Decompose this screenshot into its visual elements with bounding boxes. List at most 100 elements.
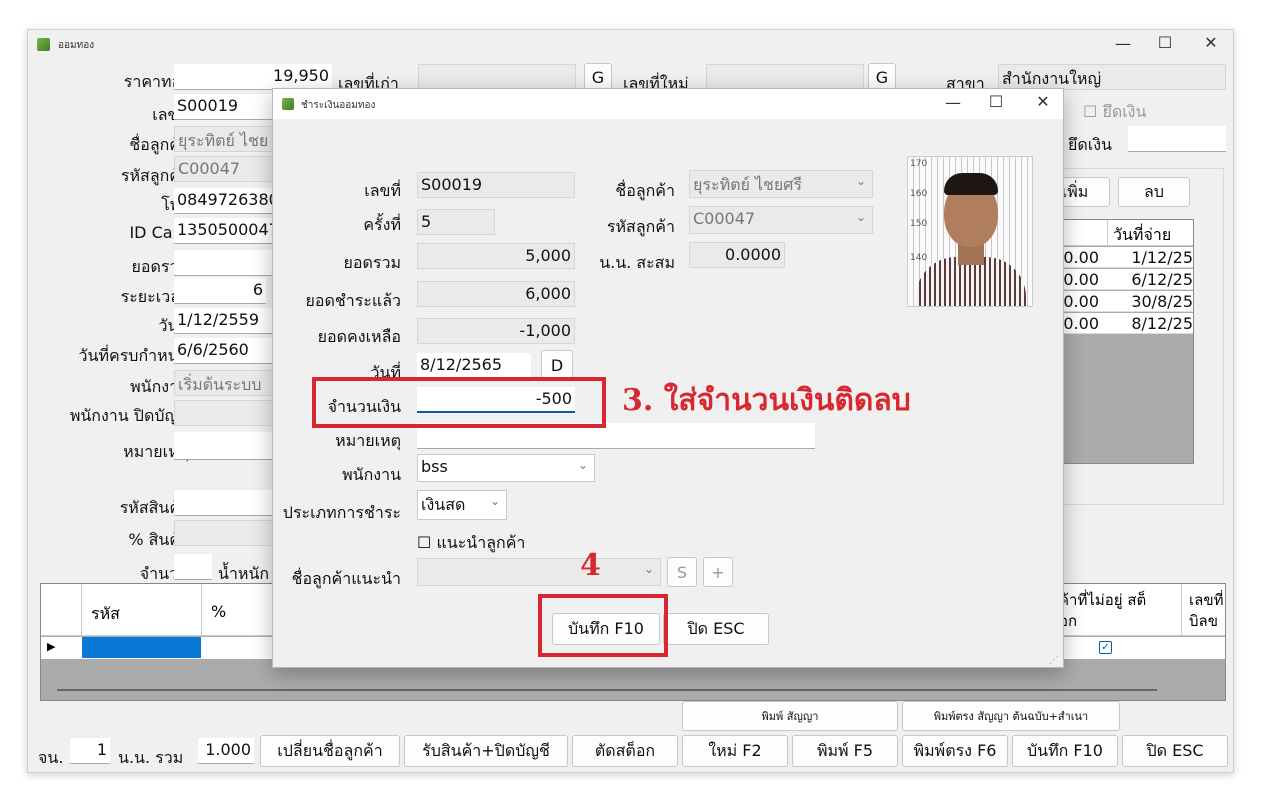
chevron-down-icon: ⌄	[577, 458, 588, 472]
amount-highlight-box	[312, 377, 606, 428]
chevron-down-icon: ⌄	[855, 174, 866, 188]
dialog-accum-weight-label: น.น. สะสม	[599, 253, 675, 272]
minimize-icon[interactable]: —	[1113, 34, 1133, 53]
old-no-field[interactable]	[418, 64, 576, 90]
pay-date-cell: 6/12/25	[1131, 270, 1193, 289]
dialog-total-label: ยอดรวม	[343, 253, 402, 272]
dialog-referrer-name-label: ชื่อลูกค้าแนะนำ	[291, 569, 401, 588]
dialog-customer-code-value: C00047	[693, 209, 756, 228]
step3-annotation: 3. ใส่จำนวนเงินติดลบ	[622, 383, 911, 418]
new-no-g-button[interactable]: G	[868, 63, 896, 91]
dialog-payment-type-select[interactable]: เงินสด ⌄	[417, 490, 507, 520]
app-icon	[37, 38, 50, 51]
row-pointer-icon: ▶	[47, 640, 56, 653]
photo-scale-label: 160	[910, 189, 928, 199]
branch-field[interactable]: สำนักงานใหญ่	[998, 64, 1226, 90]
photo-hair	[944, 173, 998, 195]
receive-close-button[interactable]: รับสินค้า+ปิดบัญชี	[404, 735, 568, 767]
print-direct-button[interactable]: พิมพ์ตรง F6	[902, 735, 1008, 767]
dialog-date-field[interactable]: 8/12/2565	[417, 353, 531, 379]
dialog-times-label: ครั้งที่	[363, 215, 401, 234]
delete-button[interactable]: ลบ	[1118, 177, 1190, 207]
doc-no-field[interactable]: S00019	[174, 94, 274, 120]
hold-money-checkbox[interactable]: ☐ ยึดเงิน	[1083, 100, 1146, 125]
dialog-customer-name-label: ชื่อลูกค้า	[615, 181, 675, 200]
close-icon[interactable]: ✕	[1201, 33, 1221, 52]
dialog-remaining-field[interactable]: -1,000	[417, 318, 575, 344]
id-card-field[interactable]: 1350500047	[174, 218, 274, 244]
dialog-note-label: หมายเหตุ	[335, 431, 401, 450]
maximize-icon[interactable]: ☐	[1155, 33, 1175, 52]
dialog-payment-type-label: ประเภทการชำระ	[282, 503, 401, 522]
closing-employee-field[interactable]	[174, 400, 274, 426]
dialog-employee-value: bss	[421, 457, 448, 476]
gold-price-field[interactable]: 19,950	[174, 64, 332, 90]
dialog-referrer-select[interactable]: ⌄	[417, 558, 661, 586]
dialog-employee-label: พนักงาน	[342, 465, 401, 484]
photo-scale-label: 150	[910, 219, 928, 229]
product-pct-field[interactable]	[174, 520, 274, 546]
customer-name-field[interactable]: ยุระทิตย์ ไชย	[174, 126, 274, 152]
period-field[interactable]: 6	[174, 278, 266, 304]
total-field[interactable]	[174, 250, 274, 276]
close-button[interactable]: ปิด ESC	[1122, 735, 1228, 767]
print-button[interactable]: พิมพ์ F5	[792, 735, 898, 767]
dialog-customer-code-select[interactable]: C00047 ⌄	[689, 206, 873, 234]
grid-scrollbar[interactable]	[57, 689, 1157, 691]
print-direct-contract-button[interactable]: พิมพ์ตรง สัญญา ต้นฉบับ+สำเนา	[902, 701, 1120, 731]
change-customer-button[interactable]: เปลี่ยนชื่อลูกค้า	[260, 735, 400, 767]
note-field[interactable]	[174, 432, 274, 460]
dialog-customer-name-value: ยุระทิตย์ ไชยศรี	[693, 175, 802, 194]
date-field[interactable]: 1/12/2559	[174, 308, 274, 334]
weight-total-label: น.น. รวม	[118, 748, 184, 767]
count-label: จน.	[38, 748, 64, 767]
grid-code-cell[interactable]	[82, 637, 201, 658]
print-contract-button[interactable]: พิมพ์ สัญญา	[682, 701, 898, 731]
dialog-doc-no-field[interactable]: S00019	[417, 172, 575, 198]
resize-grip-icon[interactable]: ⋰	[1049, 655, 1059, 666]
customer-code-field[interactable]: C00047	[174, 156, 274, 182]
dialog-close-button[interactable]: ปิด ESC	[663, 613, 769, 645]
dialog-paid-label: ยอดชำระแล้ว	[305, 291, 401, 310]
chevron-down-icon: ⌄	[489, 494, 500, 508]
dialog-close-icon[interactable]: ✕	[1033, 92, 1053, 111]
dialog-referral-checkbox[interactable]: ☐ แนะนำลูกค้า	[417, 531, 525, 556]
dialog-search-s-button[interactable]: S	[667, 557, 697, 587]
quantity-field[interactable]	[174, 554, 212, 580]
pay-date-header: วันที่จ่าย	[1113, 225, 1172, 244]
dialog-referral-label: แนะนำลูกค้า	[436, 533, 526, 552]
step4-annotation: 4	[580, 548, 601, 583]
hold-money-field[interactable]	[1128, 126, 1226, 152]
dialog-date-d-button[interactable]: D	[541, 350, 573, 380]
dialog-minimize-icon[interactable]: —	[943, 93, 963, 112]
photo-scale-label: 140	[910, 253, 928, 263]
cut-stock-button[interactable]: ตัดสต็อก	[572, 735, 678, 767]
dialog-total-field[interactable]: 5,000	[417, 243, 575, 269]
col-code-header: รหัส	[91, 604, 120, 623]
due-date-field[interactable]: 6/6/2560	[174, 338, 274, 364]
hold-money-label: ยึดเงิน	[1102, 102, 1147, 121]
phone-field[interactable]: 0849726380	[174, 188, 274, 214]
not-in-stock-checkbox[interactable]: ✓	[1099, 641, 1112, 654]
new-no-field[interactable]	[706, 64, 864, 90]
customer-photo: 170 160 150 140	[907, 156, 1033, 307]
save-button[interactable]: บันทึก F10	[1012, 735, 1118, 767]
dialog-employee-select[interactable]: bss ⌄	[417, 454, 595, 482]
product-code-field[interactable]	[174, 490, 274, 516]
closing-employee-label: พนักงาน ปิดบัญชี	[69, 406, 189, 425]
dialog-add-plus-button[interactable]: +	[703, 557, 733, 587]
dialog-payment-type-value: เงินสด	[421, 495, 466, 514]
weight-total-field: 1.000	[198, 738, 254, 764]
dialog-title: ชำระเงินออมทอง	[301, 100, 376, 111]
dialog-paid-field[interactable]: 6,000	[417, 281, 575, 307]
dialog-customer-name-select[interactable]: ยุระทิตย์ ไชยศรี ⌄	[689, 170, 873, 198]
col-bill-no-header: เลขที่ บิลข	[1189, 591, 1224, 630]
employee-field[interactable]: เริ่มต้นระบบ	[174, 370, 274, 396]
new-button[interactable]: ใหม่ F2	[682, 735, 788, 767]
dialog-maximize-icon[interactable]: ☐	[986, 92, 1006, 111]
photo-scale-label: 170	[910, 159, 928, 169]
old-no-g-button[interactable]: G	[584, 63, 612, 91]
dialog-accum-weight-field[interactable]: 0.0000	[689, 242, 785, 268]
pay-date-cell: 1/12/25	[1131, 248, 1193, 267]
dialog-times-field[interactable]: 5	[417, 209, 495, 235]
